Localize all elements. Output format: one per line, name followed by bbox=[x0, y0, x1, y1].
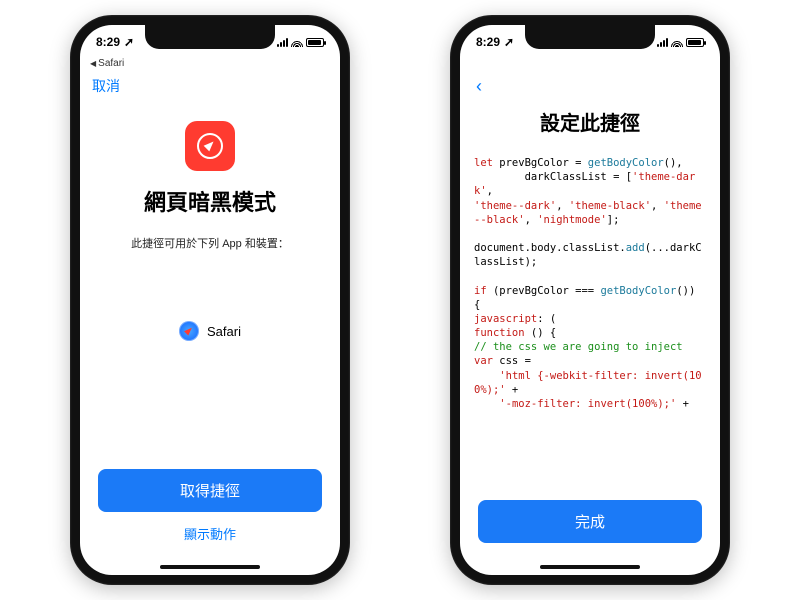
code-token: darkClassList = [ bbox=[474, 171, 632, 183]
code-token: prevBgColor = bbox=[493, 157, 588, 169]
done-button[interactable]: 完成 bbox=[478, 500, 702, 543]
content-right: let prevBgColor = getBodyColor(), darkCl… bbox=[460, 146, 720, 500]
bottom-actions-right: 完成 bbox=[460, 500, 720, 565]
home-indicator bbox=[160, 565, 260, 569]
code-token: document.body.classList. bbox=[474, 242, 626, 254]
notch bbox=[525, 25, 655, 49]
code-token: (), bbox=[664, 157, 683, 169]
status-time: 8:29 bbox=[476, 35, 500, 49]
nav-row: 取消 bbox=[80, 71, 340, 101]
code-token: 'nightmode' bbox=[537, 214, 607, 226]
get-shortcut-button[interactable]: 取得捷徑 bbox=[98, 469, 322, 512]
content-left: 網頁暗黑模式 此捷徑可用於下列 App 和裝置： Safari bbox=[80, 101, 340, 469]
status-time: 8:29 bbox=[96, 35, 120, 49]
code-token: , bbox=[556, 200, 569, 212]
screen-left: 8:29 ➚ ◀ Safari 取消 網頁暗黑模式 此捷徑可用於下列 App 和… bbox=[80, 25, 340, 575]
screen-right: 8:29 ➚ ‹ 設定此捷徑 let prevBgColor = getBody… bbox=[460, 25, 720, 575]
code-token: + bbox=[676, 398, 689, 410]
code-token: getBodyColor bbox=[588, 157, 664, 169]
code-editor[interactable]: let prevBgColor = getBodyColor(), darkCl… bbox=[460, 146, 720, 500]
back-to-app-bar[interactable]: ◀ Safari bbox=[80, 55, 340, 71]
safari-label: Safari bbox=[207, 324, 241, 339]
code-token: function bbox=[474, 327, 525, 339]
back-app-label: Safari bbox=[98, 58, 124, 69]
compatible-app-row: Safari bbox=[80, 321, 340, 341]
code-token: getBodyColor bbox=[600, 285, 676, 297]
code-token: let bbox=[474, 157, 493, 169]
code-token: + bbox=[506, 384, 519, 396]
code-token: // the css we are going to inject bbox=[474, 341, 683, 353]
notch bbox=[145, 25, 275, 49]
code-token: 'theme--dark' bbox=[474, 200, 556, 212]
page-title: 設定此捷徑 bbox=[460, 101, 720, 146]
compass-icon bbox=[197, 133, 223, 159]
code-token: , bbox=[525, 214, 538, 226]
wifi-icon bbox=[291, 38, 303, 47]
battery-icon bbox=[686, 38, 704, 47]
code-token: () { bbox=[525, 327, 557, 339]
bottom-actions-left: 取得捷徑 顯示動作 bbox=[80, 469, 340, 565]
code-token: ]; bbox=[607, 214, 620, 226]
shortcut-app-icon bbox=[185, 121, 235, 171]
shortcut-title: 網頁暗黑模式 bbox=[80, 185, 340, 217]
home-indicator bbox=[540, 565, 640, 569]
code-token: 'theme-black' bbox=[569, 200, 651, 212]
phone-right: 8:29 ➚ ‹ 設定此捷徑 let prevBgColor = getBody… bbox=[450, 15, 730, 585]
battery-icon bbox=[306, 38, 324, 47]
nav-row: ‹ bbox=[460, 71, 720, 101]
code-token: (prevBgColor === bbox=[487, 285, 601, 297]
code-token: add bbox=[626, 242, 645, 254]
location-arrow-icon: ➚ bbox=[124, 35, 134, 49]
code-token: , bbox=[487, 185, 500, 197]
code-token: css = bbox=[493, 355, 531, 367]
code-token: var bbox=[474, 355, 493, 367]
wifi-icon bbox=[671, 38, 683, 47]
code-token: if bbox=[474, 285, 487, 297]
phone-left: 8:29 ➚ ◀ Safari 取消 網頁暗黑模式 此捷徑可用於下列 App 和… bbox=[70, 15, 350, 585]
shortcut-header: 網頁暗黑模式 此捷徑可用於下列 App 和裝置： Safari bbox=[80, 101, 340, 341]
safari-icon bbox=[179, 321, 199, 341]
location-arrow-icon: ➚ bbox=[504, 35, 514, 49]
code-token: : ( bbox=[537, 313, 556, 325]
signal-icon bbox=[657, 38, 668, 47]
shortcut-subtitle: 此捷徑可用於下列 App 和裝置： bbox=[80, 235, 340, 251]
code-token: javascript bbox=[474, 313, 537, 325]
spacer bbox=[460, 55, 720, 71]
signal-icon bbox=[277, 38, 288, 47]
back-chevron-icon: ◀ bbox=[90, 59, 96, 68]
back-button[interactable]: ‹ bbox=[472, 76, 486, 97]
code-token: , bbox=[651, 200, 664, 212]
show-actions-link[interactable]: 顯示動作 bbox=[98, 512, 322, 543]
cancel-button[interactable]: 取消 bbox=[92, 76, 120, 96]
code-token: '-moz-filter: invert(100%);' bbox=[474, 398, 676, 410]
